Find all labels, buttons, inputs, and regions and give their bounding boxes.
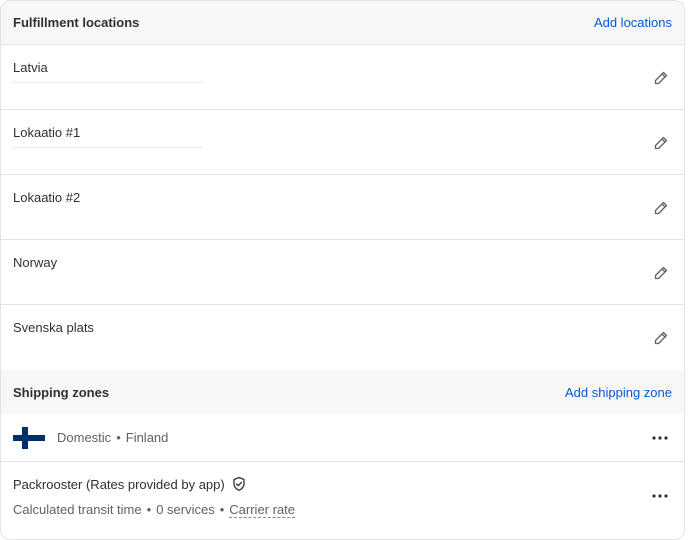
rate-transit: Calculated transit time <box>13 502 142 517</box>
edit-location-button[interactable] <box>652 134 670 152</box>
more-horizontal-icon <box>652 435 668 440</box>
zone-country: Finland <box>125 430 169 445</box>
location-name: Svenska plats <box>13 320 94 335</box>
shipping-zones-header: Shipping zones Add shipping zone <box>1 370 684 414</box>
location-row: Lokaatio #1 <box>1 110 684 175</box>
location-address-placeholder <box>13 147 203 149</box>
location-name: Lokaatio #1 <box>13 125 81 140</box>
edit-location-button[interactable] <box>652 329 670 347</box>
rate-separator: • <box>146 502 152 517</box>
zone-more-actions-button[interactable] <box>650 428 670 448</box>
rate-more-actions-button[interactable] <box>650 486 670 506</box>
location-row: Norway <box>1 240 684 305</box>
shipping-settings-card: Fulfillment locations Add locations Latv… <box>0 0 685 540</box>
location-name: Norway <box>13 255 58 270</box>
location-address-placeholder <box>13 82 203 84</box>
pencil-icon <box>654 136 668 150</box>
pencil-icon <box>654 201 668 215</box>
shield-check-icon <box>233 476 245 491</box>
zone-type: Domestic <box>57 430 112 445</box>
rate-name: Packrooster (Rates provided by app) <box>13 476 225 492</box>
rate-title: Packrooster (Rates provided by app) <box>13 476 247 492</box>
carrier-rate-link[interactable]: Carrier rate <box>229 502 296 518</box>
rate-services: 0 services <box>156 502 215 517</box>
pencil-icon <box>654 71 668 85</box>
shipping-zones-title: Shipping zones <box>13 384 110 400</box>
add-shipping-zone-button[interactable]: Add shipping zone <box>565 385 672 400</box>
shipping-zone-row: Domestic • Finland <box>1 414 684 462</box>
zone-separator: • <box>116 430 121 445</box>
zone-label: Domestic • Finland <box>57 430 168 445</box>
locations-list: Latvia Lokaatio #1 Lokaatio #2 Norway Sv… <box>1 45 684 370</box>
rate-separator: • <box>219 502 225 517</box>
location-name: Lokaatio #2 <box>13 190 81 205</box>
location-row: Lokaatio #2 <box>1 175 684 240</box>
pencil-icon <box>654 331 668 345</box>
fulfillment-locations-title: Fulfillment locations <box>13 15 140 30</box>
add-locations-button[interactable]: Add locations <box>594 15 672 30</box>
location-row: Svenska plats <box>1 305 684 370</box>
edit-location-button[interactable] <box>652 199 670 217</box>
edit-location-button[interactable] <box>652 69 670 87</box>
shipping-rate-row: Packrooster (Rates provided by app) Calc… <box>1 462 684 532</box>
rate-meta: Calculated transit time • 0 services • Carri… <box>13 502 296 518</box>
more-horizontal-icon <box>652 494 668 498</box>
finland-flag-icon <box>13 426 45 449</box>
fulfillment-locations-header: Fulfillment locations Add locations <box>1 1 684 45</box>
pencil-icon <box>654 266 668 280</box>
location-row: Latvia <box>1 45 684 110</box>
edit-location-button[interactable] <box>652 264 670 282</box>
location-name: Latvia <box>13 60 48 75</box>
